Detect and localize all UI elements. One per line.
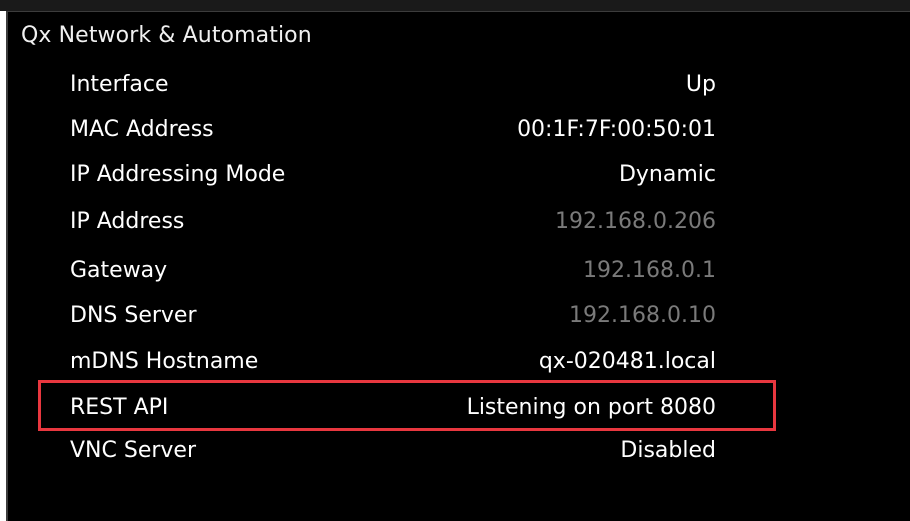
setting-label: Gateway <box>70 258 168 283</box>
setting-label: DNS Server <box>70 303 197 328</box>
setting-row-ip-addressing-mode[interactable]: IP Addressing Mode Dynamic <box>70 158 716 192</box>
setting-label: REST API <box>70 395 169 420</box>
setting-row-gateway[interactable]: Gateway 192.168.0.1 <box>70 254 716 288</box>
setting-value: 192.168.0.206 <box>555 209 716 234</box>
setting-row-interface[interactable]: Interface Up <box>70 68 716 102</box>
setting-row-vnc-server[interactable]: VNC Server Disabled <box>70 434 716 468</box>
setting-value: 00:1F:7F:00:50:01 <box>517 117 716 142</box>
screenshot-frame: Qx Network & Automation Interface Up MAC… <box>0 0 910 521</box>
network-automation-panel: Qx Network & Automation Interface Up MAC… <box>6 11 910 521</box>
panel-title: Qx Network & Automation <box>21 23 312 48</box>
setting-label: MAC Address <box>70 117 214 142</box>
setting-label: VNC Server <box>70 438 197 463</box>
setting-row-mdns-hostname[interactable]: mDNS Hostname qx-020481.local <box>70 345 716 379</box>
previous-panel-edge <box>0 0 910 11</box>
setting-value: Disabled <box>620 438 716 463</box>
setting-label: IP Addressing Mode <box>70 162 286 187</box>
setting-label: IP Address <box>70 209 185 234</box>
setting-row-ip-address[interactable]: IP Address 192.168.0.206 <box>70 205 716 239</box>
setting-row-mac-address[interactable]: MAC Address 00:1F:7F:00:50:01 <box>70 113 716 147</box>
setting-value: 192.168.0.1 <box>583 258 716 283</box>
setting-label: Interface <box>70 72 169 97</box>
setting-value: 192.168.0.10 <box>569 303 716 328</box>
setting-value: Dynamic <box>618 162 716 187</box>
setting-value: qx-020481.local <box>538 349 716 374</box>
setting-label: mDNS Hostname <box>70 349 259 374</box>
setting-value: Up <box>685 72 716 97</box>
setting-row-rest-api[interactable]: REST API Listening on port 8080 <box>70 391 716 425</box>
setting-value: Listening on port 8080 <box>466 395 716 420</box>
setting-row-dns-server[interactable]: DNS Server 192.168.0.10 <box>70 299 716 333</box>
